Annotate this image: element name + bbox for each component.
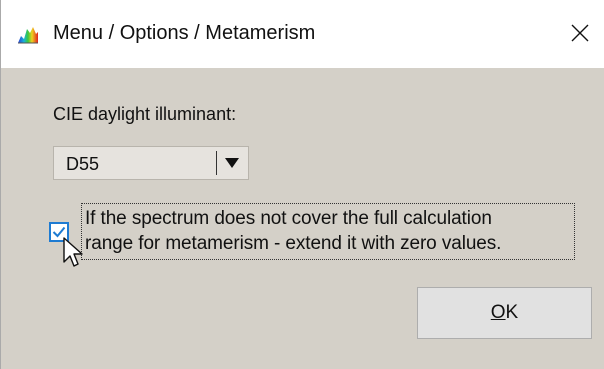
mouse-pointer-icon xyxy=(63,237,83,267)
spectrum-icon xyxy=(18,27,38,44)
title-bar[interactable]: Menu / Options / Metamerism xyxy=(1,0,604,68)
ok-button-label: OK xyxy=(491,302,518,324)
ok-button[interactable]: OK xyxy=(417,287,592,339)
ok-mnemonic: O xyxy=(490,302,506,323)
illuminant-label: CIE daylight illuminant: xyxy=(53,104,237,124)
close-button[interactable] xyxy=(563,16,597,50)
window-title: Menu / Options / Metamerism xyxy=(53,22,316,44)
checkbox-label-line-2[interactable]: range for metamerism - extend it with ze… xyxy=(85,233,501,255)
close-icon xyxy=(571,24,589,42)
dropdown-separator xyxy=(216,151,217,175)
metamerism-dialog: Menu / Options / Metamerism CIE daylight… xyxy=(0,0,604,369)
illuminant-selected-value: D55 xyxy=(66,154,100,174)
checkbox-label-line-1[interactable]: If the spectrum does not cover the full … xyxy=(85,208,492,230)
triangle-down-icon[interactable] xyxy=(222,156,242,170)
illuminant-dropdown[interactable]: D55 xyxy=(53,146,249,180)
ok-rest: K xyxy=(505,302,519,323)
